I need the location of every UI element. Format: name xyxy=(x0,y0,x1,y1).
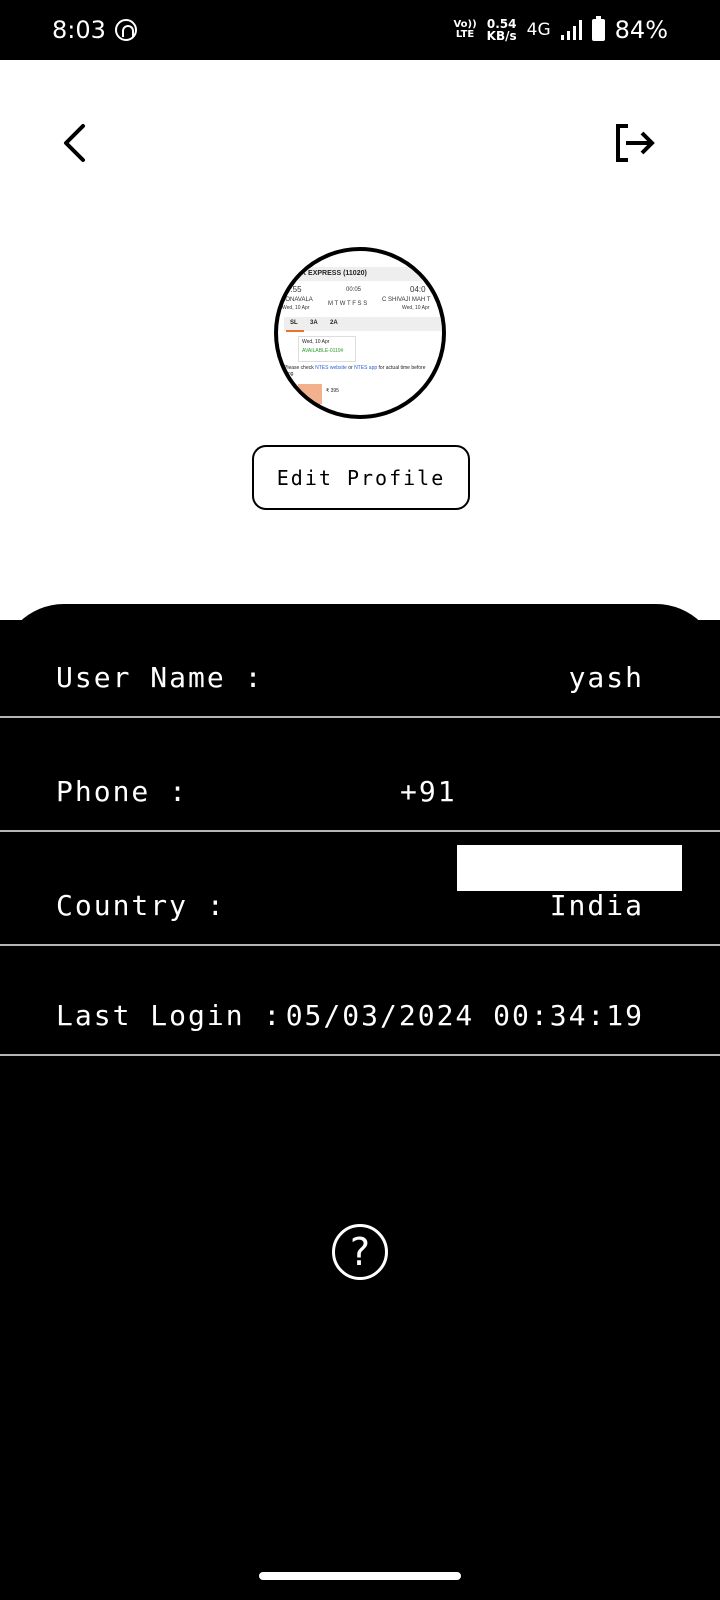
last-login-label: Last Login : xyxy=(56,999,283,1032)
country-value: India xyxy=(549,889,644,922)
country-label: Country : xyxy=(56,889,226,922)
username-row: User Name : yash xyxy=(0,604,720,718)
notification-app-icon xyxy=(115,19,137,41)
volte-indicator: Vo)) LTE xyxy=(453,19,477,40)
help-circle-icon[interactable]: ? xyxy=(332,1224,388,1280)
last-login-row: Last Login : 05/03/2024 00:34:19 xyxy=(0,946,720,1056)
phone-row: Phone : +91 xyxy=(0,718,720,832)
status-time: 8:03 xyxy=(52,16,106,44)
logout-button[interactable] xyxy=(612,120,662,170)
network-speed: 0.54 KB/s xyxy=(486,17,517,43)
network-type: 4G xyxy=(526,20,551,40)
chevron-left-icon xyxy=(64,124,85,162)
home-indicator[interactable] xyxy=(259,1572,461,1580)
username-value: yash xyxy=(568,661,644,694)
avatar-image: NK EXPRESS (11020) 0:55 00:05 04:0 LONAV… xyxy=(278,251,442,415)
back-button[interactable] xyxy=(50,118,100,168)
country-row: Country : India xyxy=(0,832,720,946)
battery-percentage: 84% xyxy=(614,16,668,44)
last-login-value: 05/03/2024 00:34:19 xyxy=(285,999,644,1032)
username-label: User Name : xyxy=(56,661,264,694)
profile-info-panel: User Name : yash Phone : +91 Country : I… xyxy=(0,604,720,1600)
status-bar: 8:03 Vo)) LTE 0.54 KB/s 4G 84% xyxy=(0,0,720,60)
battery-icon xyxy=(591,16,605,41)
phone-label: Phone : xyxy=(56,775,189,808)
status-indicators: Vo)) LTE 0.54 KB/s 4G 84% xyxy=(453,14,668,46)
phone-prefix: +91 xyxy=(400,775,457,808)
logout-icon xyxy=(616,124,655,162)
signal-icon xyxy=(560,20,582,40)
edit-profile-button[interactable]: Edit Profile xyxy=(252,445,470,510)
avatar[interactable]: NK EXPRESS (11020) 0:55 00:05 04:0 LONAV… xyxy=(274,247,446,419)
